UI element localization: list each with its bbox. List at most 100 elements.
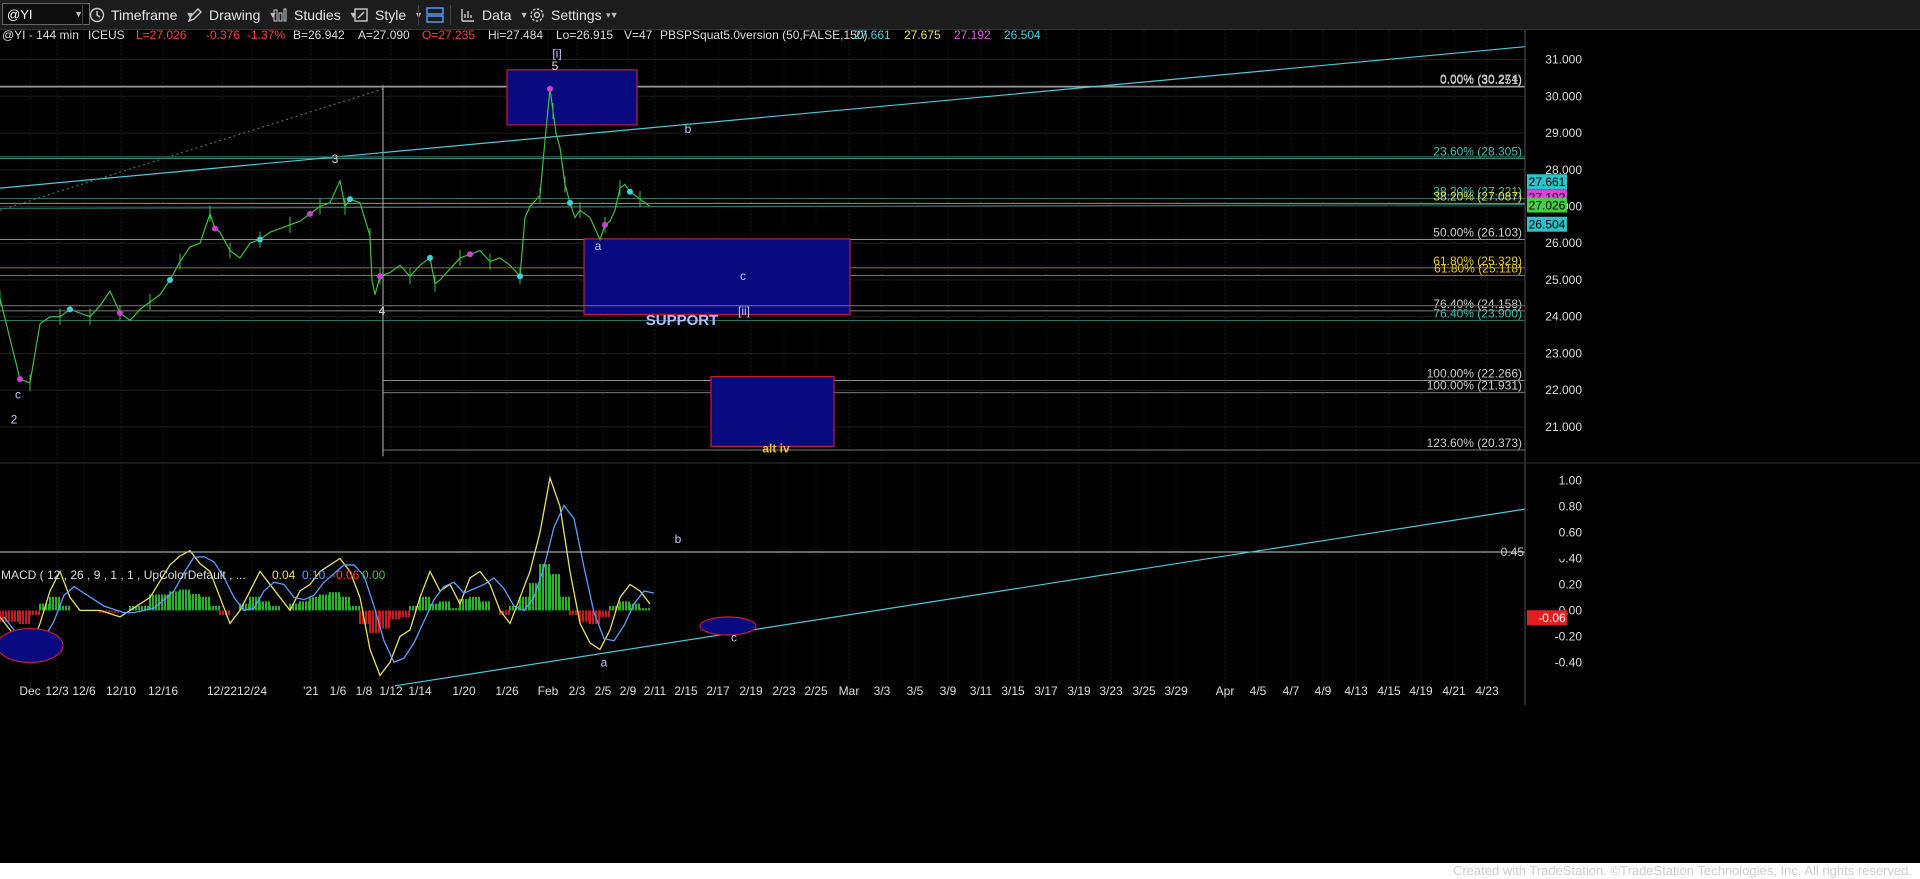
x-tick-label: 3/15: [1001, 684, 1025, 698]
x-tick-label: 1/6: [330, 684, 347, 698]
price-tick-label: 21.000: [1545, 420, 1582, 434]
price-tag-label: 26.504: [1529, 218, 1566, 232]
wave-label: 3: [332, 152, 339, 166]
header-ask: A=27.090: [358, 30, 410, 42]
x-tick-label: '21: [303, 684, 319, 698]
data-button[interactable]: Data ▼: [459, 0, 529, 30]
macd-wave-label: b: [675, 532, 682, 546]
fib-label: 76.40% (23.900): [1433, 306, 1522, 320]
x-tick-label: 3/11: [970, 684, 993, 698]
layout-button[interactable]: [426, 0, 449, 30]
header-symbol: @YI - 144 min: [2, 30, 79, 42]
pivot-marker: [567, 199, 573, 206]
macd-value: 0.00: [362, 568, 386, 582]
style-button[interactable]: Style ▼: [352, 0, 423, 30]
macd-value: 0.04: [272, 568, 296, 582]
pivot-marker: [427, 254, 433, 261]
wave-label: c: [15, 387, 21, 401]
x-tick-label: 1/8: [356, 684, 373, 698]
drawing-label: Drawing: [209, 7, 261, 23]
macd-ellipse: [0, 627, 64, 664]
clock-icon: [88, 6, 106, 24]
x-tick-label: 2/15: [674, 684, 698, 698]
x-tick-label: 3/19: [1067, 684, 1091, 698]
timeframe-button[interactable]: Timeframe ▼: [88, 0, 194, 30]
x-tick-label: 4/5: [1250, 684, 1267, 698]
x-tick-label: 3/17: [1034, 684, 1058, 698]
x-tick-label: 12/22: [207, 684, 237, 698]
x-tick-label: Dec: [19, 684, 40, 698]
chart-area[interactable]: 0.00% (30.274)0.00% (30.251)23.60% (28.3…: [0, 30, 1920, 863]
alt-iv-box: [710, 376, 835, 448]
pivot-marker: [257, 236, 263, 243]
macd-tick-label: 0.80: [1559, 499, 1583, 513]
data-icon: [459, 6, 477, 24]
wave-label: 2: [11, 412, 18, 426]
settings-button[interactable]: Settings ▼: [528, 0, 619, 30]
pivot-marker: [602, 221, 608, 228]
wave-label: [ii]: [738, 304, 750, 318]
study-value: 27.675: [904, 30, 941, 42]
symbol-text: @YI: [7, 6, 33, 22]
x-tick-label: Apr: [1216, 684, 1235, 698]
study-value: 27.661: [854, 30, 891, 42]
x-tick-label: 3/5: [907, 684, 924, 698]
x-tick-label: 3/9: [940, 684, 957, 698]
x-tick-label: 12/24: [237, 684, 267, 698]
symbol-box[interactable]: @YI ▼: [2, 3, 90, 25]
wave-label: 5: [552, 59, 559, 73]
macd-wave-label: c: [731, 631, 737, 645]
x-tick-label: 4/9: [1315, 684, 1332, 698]
wave-label: a: [595, 239, 602, 253]
layout-icon: [426, 6, 444, 24]
x-tick-label: 2/9: [620, 684, 637, 698]
pivot-marker: [467, 251, 473, 258]
pivot-marker: [377, 273, 383, 280]
x-tick-label: 12/10: [106, 684, 136, 698]
header-volume: V=47: [624, 30, 653, 42]
drawing-button[interactable]: Drawing ▼: [186, 0, 277, 30]
wave-label: SUPPORT: [646, 312, 719, 329]
header-low: Lo=26.915: [556, 30, 613, 42]
fib-label: 38.20% (27.087): [1433, 189, 1522, 203]
pivot-marker: [117, 310, 123, 317]
macd-header: MACD ( 12 , 26 , 9 , 1 , 1 , UpColorDefa…: [1, 568, 246, 582]
pivot-marker: [627, 188, 633, 195]
studies-button[interactable]: Studies ▼: [271, 0, 358, 30]
pivot-marker: [17, 376, 23, 383]
x-tick-label: 12/6: [72, 684, 96, 698]
fib-label: 100.00% (21.931): [1427, 379, 1522, 393]
x-tick-label: 3/29: [1164, 684, 1188, 698]
study-value: 27.192: [954, 30, 991, 42]
pencil-icon: [186, 6, 204, 24]
macd-ellipse: [699, 616, 757, 636]
data-label: Data: [482, 7, 512, 23]
macd-tick-label: 0.60: [1559, 525, 1583, 539]
x-tick-label: 3/23: [1099, 684, 1123, 698]
fib-label: 123.60% (20.373): [1427, 436, 1522, 450]
wave-label: b: [685, 122, 692, 136]
macd-tag-bg: [1527, 543, 1567, 559]
macd-tick-label: 0.20: [1559, 577, 1583, 591]
pivot-marker: [67, 306, 73, 313]
footer-credit: Created with TradeStation. ©TradeStation…: [1452, 863, 1912, 878]
price-tick-label: 24.000: [1545, 310, 1582, 324]
header-study: PBSPSquat5.0version (50,FALSE,150): [660, 30, 867, 42]
x-tick-label: 2/19: [739, 684, 763, 698]
macd-tick-label: -0.20: [1555, 629, 1583, 643]
x-tick-label: 2/17: [706, 684, 730, 698]
more-button[interactable]: ▾: [606, 0, 611, 30]
x-tick-label: 2/5: [595, 684, 612, 698]
macd-value: 0.10: [302, 568, 326, 582]
more-icon: ▾: [606, 9, 611, 20]
toolbar-separator: [418, 5, 419, 25]
x-tick-label: 1/20: [452, 684, 476, 698]
x-tick-label: 4/13: [1344, 684, 1368, 698]
timeframe-label: Timeframe: [111, 7, 178, 23]
pivot-marker: [167, 276, 173, 283]
price-tag-label: 27.026: [1529, 199, 1566, 213]
pivot-marker: [347, 196, 353, 203]
price-tick-label: 29.000: [1545, 126, 1582, 140]
wave-label: c: [740, 269, 746, 283]
toolbar-separator: [450, 5, 451, 25]
